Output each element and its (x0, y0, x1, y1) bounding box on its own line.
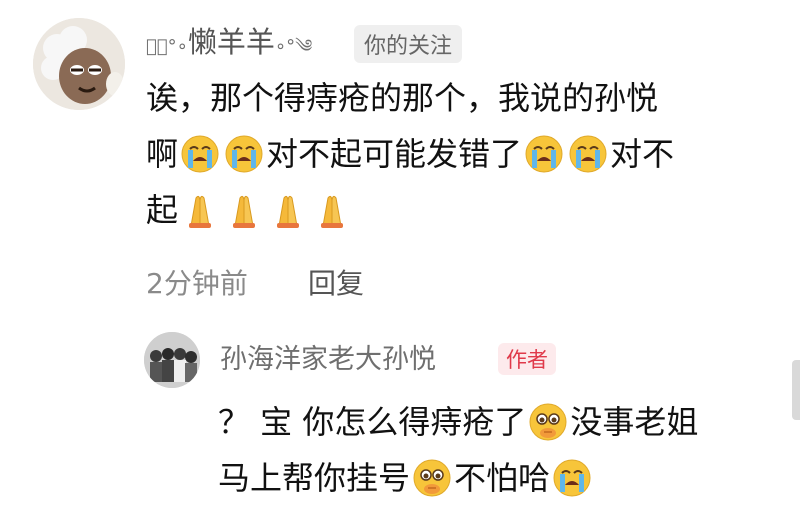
reply-text: 没事老姐 (570, 403, 699, 441)
comment-text: 啊 (146, 135, 179, 173)
pleading-face-emoji-icon (528, 402, 568, 442)
folded-hands-emoji-icon (312, 190, 352, 230)
loudly-crying-emoji-icon (524, 134, 564, 174)
username-text: 懒羊羊 (187, 25, 275, 59)
username[interactable]: ༄⃢°∘懒羊羊∘°༄ (146, 20, 312, 64)
loudly-crying-emoji-icon (224, 134, 264, 174)
comment-line: 啊 对不起可能发错了 对不 (146, 126, 674, 182)
reply-body: ？ 宝 你怎么得痔疮了 没事老姐 马上帮你挂号 不怕哈 (218, 394, 698, 506)
comment-text: 对不 (610, 135, 675, 173)
author-avatar[interactable] (144, 332, 200, 388)
comment-body: 诶，那个得痔疮的那个，我说的孙悦 啊 对不起可能发错了 对不 起 (146, 70, 674, 238)
reply-line: ？ 宝 你怎么得痔疮了 没事老姐 (218, 394, 698, 450)
reply-text: 不怕哈 (454, 459, 551, 497)
group-photo-avatar-icon (144, 332, 200, 388)
comment-text: 起 (146, 191, 179, 229)
pleading-face-emoji-icon (412, 458, 452, 498)
comment-line: 诶，那个得痔疮的那个，我说的孙悦 (146, 70, 674, 126)
scrollbar[interactable] (792, 360, 800, 420)
folded-hands-emoji-icon (268, 190, 308, 230)
comment-text: 诶，那个得痔疮的那个，我说的孙悦 (146, 79, 659, 117)
timestamp: 2分钟前 (146, 267, 248, 300)
reply-text: ？ 宝 你怎么得痔疮了 (218, 403, 527, 441)
reply-button[interactable]: 回复 (308, 262, 364, 302)
username-decoration-right: ∘°༄ (274, 36, 313, 57)
username-decoration-left: ༄⃢°∘ (146, 36, 188, 57)
comment-text: 对不起可能发错了 (266, 135, 523, 173)
lazy-sheep-avatar-icon (33, 18, 125, 110)
folded-hands-emoji-icon (180, 190, 220, 230)
loudly-crying-emoji-icon (568, 134, 608, 174)
author-username[interactable]: 孙海洋家老大孙悦 (220, 340, 436, 380)
following-badge: 你的关注 (354, 25, 463, 63)
avatar[interactable] (33, 18, 125, 110)
folded-hands-emoji-icon (224, 190, 264, 230)
reply-text: 马上帮你挂号 (218, 459, 411, 497)
author-badge: 作者 (498, 343, 556, 375)
loudly-crying-emoji-icon (180, 134, 220, 174)
reply-line: 马上帮你挂号 不怕哈 (218, 450, 698, 506)
loudly-crying-emoji-icon (552, 458, 592, 498)
comment-line: 起 (146, 182, 674, 238)
